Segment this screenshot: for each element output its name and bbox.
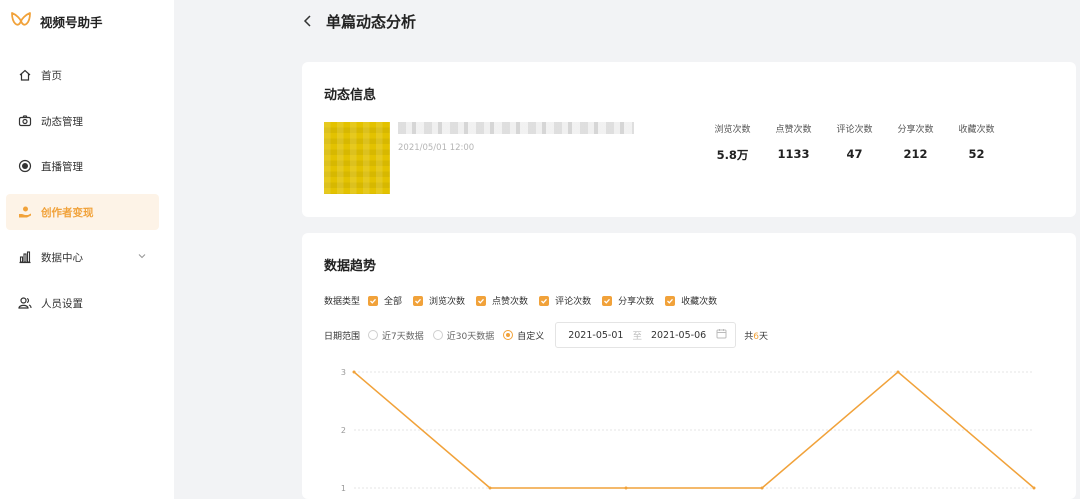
sidebar-item-creator-monetization[interactable]: 创作者变现 [6, 194, 159, 230]
stat-value: 1133 [777, 147, 810, 161]
chart-grid [354, 371, 1034, 489]
sidebar-item-label: 动态管理 [41, 115, 83, 128]
hand-coin-icon [17, 204, 33, 220]
stat-value: 212 [903, 147, 928, 161]
sidebar-item-home[interactable]: 首页 [6, 57, 159, 93]
post-info-card: 动态信息 2021/05/01 12:00 浏览次数 5.8万 点赞次数 113… [302, 62, 1076, 217]
sidebar-item-label: 创作者变现 [41, 206, 94, 219]
stat-value: 5.8万 [716, 148, 749, 162]
brand[interactable]: 视频号助手 [10, 10, 103, 32]
page-title: 单篇动态分析 [326, 12, 417, 31]
stat-label: 收藏次数 [958, 125, 995, 135]
y-tick-label-1: 2 [341, 426, 346, 435]
trend-line-chart: 1 2 3 [341, 368, 1036, 493]
data-point-4[interactable] [896, 370, 900, 374]
sidebar-item-label: 人员设置 [41, 297, 83, 310]
stat-label: 浏览次数 [714, 125, 751, 135]
sidebar: 视频号助手 首页 动态管理 直播管理 创作者变现 数据中心 人员设置 [0, 0, 174, 499]
people-icon [17, 295, 33, 311]
bar-chart-icon [17, 249, 33, 265]
y-tick-label-2: 3 [341, 368, 346, 377]
data-point-0[interactable] [352, 370, 356, 374]
post-stats: 浏览次数 5.8万 点赞次数 1133 评论次数 47 分享次数 212 收藏次… [702, 122, 1007, 163]
live-icon [17, 158, 33, 174]
home-icon [17, 67, 33, 83]
stat-shares: 分享次数 212 [885, 122, 946, 163]
stat-comments: 评论次数 47 [824, 122, 885, 163]
chevron-down-icon[interactable] [137, 251, 147, 264]
stat-label: 点赞次数 [775, 125, 812, 135]
sidebar-item-people-settings[interactable]: 人员设置 [6, 285, 159, 321]
data-point-5[interactable] [1032, 486, 1036, 490]
data-point-2[interactable] [624, 486, 628, 490]
sidebar-item-label: 直播管理 [41, 160, 83, 173]
app-name: 视频号助手 [40, 14, 103, 30]
sidebar-item-label: 首页 [41, 69, 62, 82]
stat-views: 浏览次数 5.8万 [702, 122, 763, 163]
data-trend-card: 数据趋势 数据类型 全部 浏览次数 点赞次数 评论次数 分享次数 收藏次数 日期… [302, 233, 1076, 499]
sidebar-item-label: 数据中心 [41, 251, 83, 264]
section-title: 动态信息 [324, 88, 377, 103]
logo-icon [11, 12, 31, 26]
post-title-blurred [398, 122, 634, 134]
post-date: 2021/05/01 12:00 [398, 143, 475, 153]
data-point-1[interactable] [488, 486, 492, 490]
post-thumbnail[interactable] [324, 122, 390, 194]
stat-value: 47 [846, 147, 863, 161]
stat-label: 分享次数 [897, 125, 934, 135]
stat-favorites: 收藏次数 52 [946, 122, 1007, 163]
stat-likes: 点赞次数 1133 [763, 122, 824, 163]
stat-label: 评论次数 [836, 125, 873, 135]
page-header: 单篇动态分析 [302, 10, 416, 32]
sidebar-item-posts[interactable]: 动态管理 [6, 103, 159, 139]
stat-value: 52 [968, 147, 985, 161]
sidebar-item-live[interactable]: 直播管理 [6, 148, 159, 184]
chart-y-ticks: 1 2 3 [341, 368, 346, 493]
data-point-3[interactable] [760, 486, 764, 490]
camera-icon [17, 113, 33, 129]
back-arrow-icon[interactable] [302, 13, 318, 29]
y-tick-label-0: 1 [341, 484, 346, 493]
sidebar-item-data-center[interactable]: 数据中心 [6, 239, 159, 275]
